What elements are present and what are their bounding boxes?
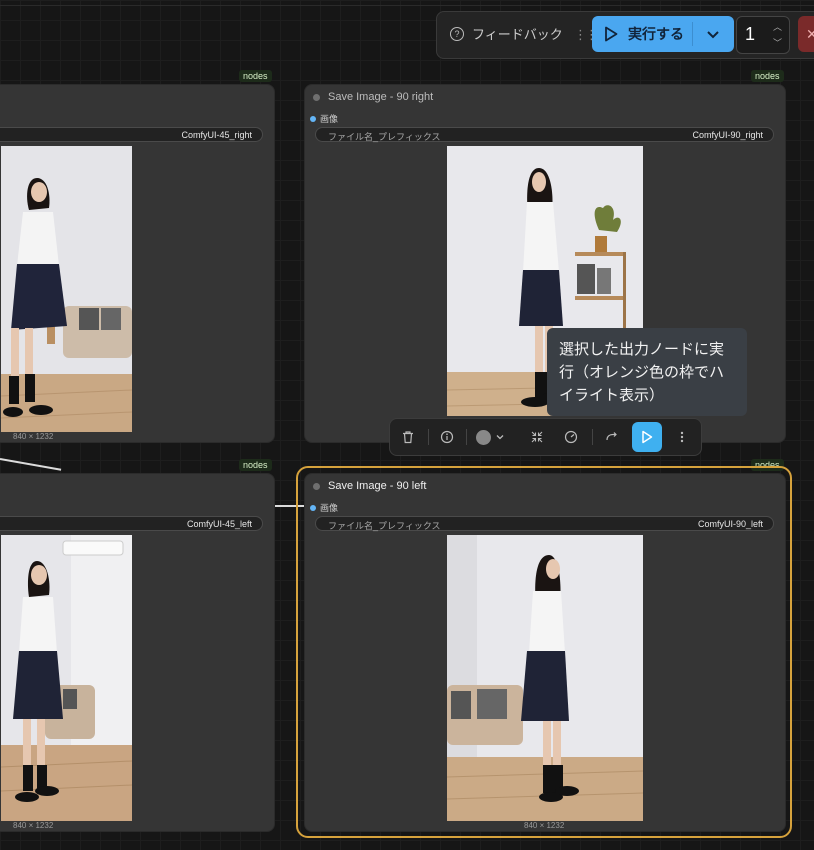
input-socket-icon[interactable] (310, 504, 316, 511)
gauge-icon (564, 430, 578, 444)
redo-icon (606, 432, 617, 441)
image-input-slot[interactable]: 画像 (310, 501, 338, 514)
chevron-down-icon[interactable]: ﹀ (773, 36, 782, 49)
top-border (0, 5, 814, 6)
cancel-icon[interactable]: ✕ (798, 16, 814, 52)
output-image[interactable] (447, 535, 643, 821)
help-circle-icon: ? (450, 26, 464, 41)
save-image-node[interactable]: Save Image - 90 left 画像 ファイル名_プレフィックス Co… (304, 473, 786, 832)
fit-view-button[interactable] (526, 419, 548, 455)
redo-button[interactable] (600, 419, 624, 455)
batch-count-value[interactable]: 1 (745, 24, 755, 45)
toolbox-divider (466, 429, 467, 445)
node-title-text: Save Image - 90 right (328, 91, 434, 103)
run-selected-tooltip: 選択した出力ノードに実行（オレンジ色の枠でハイライト表示） (547, 328, 747, 416)
output-image[interactable] (1, 535, 132, 821)
input-label: 画像 (320, 503, 339, 513)
batch-count-stepper[interactable]: 1 ︿ ﹀ (736, 16, 790, 54)
filename-prefix-value: ComfyUI-90_right (692, 130, 763, 140)
node-badge: nodes (751, 70, 784, 82)
filename-prefix-label: ファイル名_プレフィックス (328, 132, 441, 142)
bypass-button[interactable] (560, 419, 582, 455)
trash-icon (403, 431, 413, 444)
filename-prefix-field[interactable]: ファイル名_プレフィックス ComfyUI-90_left (315, 516, 774, 531)
more-options-button[interactable] (672, 419, 692, 455)
filename-prefix-label: ファイル名_プレフィックス (328, 521, 441, 531)
feedback-button[interactable]: ? フィードバック (450, 24, 563, 43)
play-icon (642, 430, 653, 444)
chevron-down-icon (496, 435, 503, 440)
color-swatch-icon (475, 429, 491, 445)
info-icon (440, 430, 454, 444)
node-badge: nodes (239, 459, 272, 471)
image-dimensions: 840 × 1232 (13, 432, 54, 441)
chevron-up-icon[interactable]: ︿ (773, 20, 782, 33)
run-label: 実行する (628, 26, 684, 42)
save-image-node[interactable]: ComfyUI-45_left 840 × 1232 (0, 473, 275, 832)
input-label: 画像 (320, 114, 339, 124)
selection-toolbox (389, 418, 702, 456)
delete-button[interactable] (396, 419, 420, 455)
filename-prefix-value: ComfyUI-45_left (186, 519, 252, 529)
node-badge: nodes (239, 70, 272, 82)
image-input-slot[interactable]: 画像 (310, 112, 338, 125)
save-image-node[interactable]: ComfyUI-45_right 840 × 1232 (0, 84, 275, 443)
filename-prefix-field[interactable]: ComfyUI-45_right (0, 127, 263, 142)
play-icon (605, 26, 618, 42)
output-image[interactable] (1, 146, 132, 432)
run-selected-button[interactable] (632, 422, 662, 452)
run-button[interactable]: 実行する (592, 16, 734, 52)
more-vertical-icon (680, 431, 684, 443)
chevron-down-icon[interactable] (705, 26, 721, 42)
link-wire (0, 458, 62, 471)
filename-prefix-field[interactable]: ファイル名_プレフィックス ComfyUI-90_right (315, 127, 774, 142)
toolbox-divider (592, 429, 593, 445)
shrink-icon (531, 431, 543, 443)
color-picker[interactable] (472, 419, 508, 455)
filename-prefix-field[interactable]: ComfyUI-45_left (0, 516, 263, 531)
feedback-label: フィードバック (472, 27, 563, 42)
filename-prefix-value: ComfyUI-90_left (697, 519, 763, 529)
filename-prefix-value: ComfyUI-45_right (181, 130, 252, 140)
toolbox-divider (428, 429, 429, 445)
input-socket-icon[interactable] (310, 115, 316, 122)
collapse-dot-icon[interactable] (313, 93, 320, 101)
image-dimensions: 840 × 1232 (13, 821, 54, 830)
collapse-dot-icon[interactable] (313, 482, 320, 490)
info-button[interactable] (435, 419, 459, 455)
node-title[interactable]: Save Image - 90 left (313, 480, 426, 492)
image-dimensions: 840 × 1232 (524, 821, 565, 830)
node-title[interactable]: Save Image - 90 right (313, 91, 433, 103)
run-divider (692, 22, 693, 46)
node-title-text: Save Image - 90 left (328, 480, 427, 492)
